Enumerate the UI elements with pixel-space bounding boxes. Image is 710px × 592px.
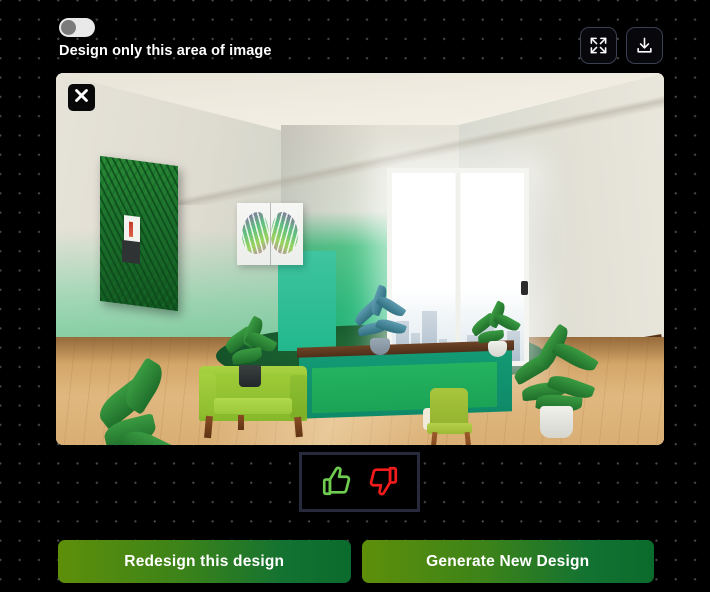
window-mullion — [455, 173, 461, 361]
desk-succulent-plant — [222, 315, 280, 371]
desk-front-panel — [312, 361, 497, 414]
thumbs-up-icon — [320, 464, 354, 501]
areca-palm-pot — [540, 406, 573, 438]
armchair-right-arm — [290, 375, 307, 419]
area-toggle-group: Design only this area of image — [59, 18, 359, 59]
toggle-knob — [61, 20, 76, 35]
leaf-art-left-half — [242, 212, 269, 254]
wall-mounted-box — [122, 239, 140, 265]
armchair-leg — [238, 415, 244, 430]
close-image-button[interactable] — [68, 84, 95, 111]
design-image-panel[interactable] — [56, 73, 664, 445]
fullscreen-button[interactable] — [580, 27, 617, 64]
redesign-this-design-button[interactable]: Redesign this design — [58, 540, 351, 583]
monstera-leaf-diptych-art — [237, 203, 303, 265]
download-button[interactable] — [626, 27, 663, 64]
fullscreen-expand-icon — [589, 36, 608, 55]
app-root: Design only this area of image Redesign … — [0, 0, 710, 592]
desk-plant-pot — [239, 365, 261, 387]
generate-new-design-button[interactable]: Generate New Design — [361, 540, 654, 583]
room-render — [56, 73, 664, 445]
monstera-floor-plant — [93, 357, 182, 445]
window-handle — [521, 281, 528, 295]
download-icon — [635, 36, 654, 55]
feedback-box — [299, 452, 420, 512]
thumbs-down-button[interactable] — [366, 464, 400, 501]
thumbs-up-button[interactable] — [320, 464, 354, 501]
leaf-art-right-half — [271, 212, 298, 254]
teal-wall-panel — [278, 251, 336, 351]
wall-note-card — [124, 214, 140, 244]
design-area-toggle[interactable] — [59, 18, 95, 37]
top-action-buttons — [580, 27, 663, 64]
close-x-icon — [73, 87, 90, 109]
action-button-row: Redesign this design Generate New Design — [58, 540, 654, 583]
design-area-toggle-label: Design only this area of image — [59, 43, 272, 59]
armchair-seat — [214, 398, 292, 414]
areca-palm-plant — [511, 323, 604, 415]
desk-chair-back — [430, 388, 468, 426]
windowsill-agave-plant — [352, 284, 410, 343]
thumbs-down-icon — [366, 464, 400, 501]
